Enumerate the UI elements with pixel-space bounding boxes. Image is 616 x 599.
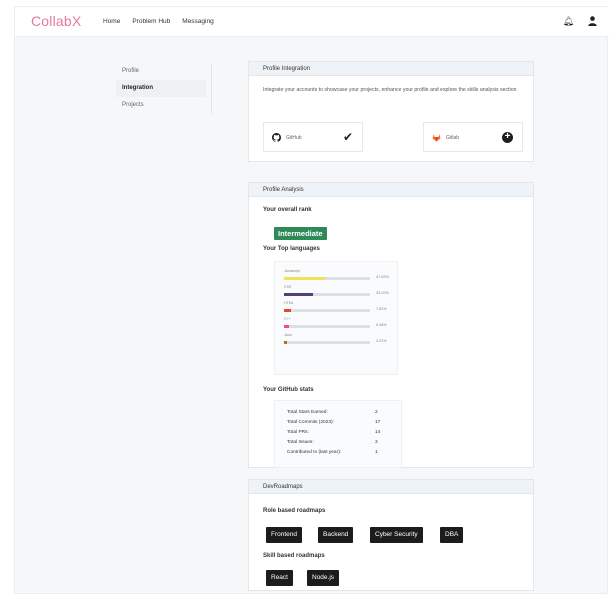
stat-row: Total PRs: 14 [287, 430, 397, 439]
stat-row: Total Stars Earned: 2 [287, 410, 397, 419]
language-percent: 3.22% [376, 339, 387, 343]
side-item-integration[interactable]: Integration [116, 80, 206, 97]
nav-link-home[interactable]: Home [103, 18, 120, 25]
rank-badge: Intermediate [274, 227, 327, 240]
language-percent: 33.20% [376, 291, 389, 295]
rank-label: Your overall rank [263, 207, 312, 213]
brand-logo[interactable]: CollabX [31, 13, 81, 29]
stat-value: 3 [375, 440, 378, 445]
language-name: Javascript [284, 269, 301, 273]
language-percent: 7.82% [376, 307, 387, 311]
language-bar-track [284, 309, 370, 312]
language-name: HTML [284, 301, 294, 305]
language-row: CSS 33.20% [284, 285, 394, 299]
roadmap-button-dba[interactable]: DBA [440, 527, 464, 543]
nav-links: Home Problem Hub Messaging [103, 18, 214, 25]
language-row: HTML 7.82% [284, 301, 394, 315]
stat-label: Total Commits (2023): [287, 420, 334, 425]
stat-value: 14 [375, 430, 381, 435]
role-roadmaps-label: Role based roadmaps [263, 508, 326, 514]
language-percent: 47.69% [376, 275, 389, 279]
github-icon [272, 133, 282, 144]
roadmap-button-cyber-security[interactable]: Cyber Security [370, 527, 423, 543]
stat-row: Total Commits (2023): 17 [287, 420, 397, 429]
roadmap-button-backend[interactable]: Backend [318, 527, 354, 543]
nav-link-messaging[interactable]: Messaging [182, 18, 213, 25]
gitlab-icon [432, 133, 441, 144]
github-label: GitHub [286, 135, 302, 141]
roadmap-button-nodejs[interactable]: Node.js [307, 570, 340, 586]
language-name: C++ [284, 317, 291, 321]
language-row: C++ 5.48% [284, 317, 394, 331]
language-bar-fill [284, 325, 289, 328]
github-stats-panel: Total Stars Earned: 2 Total Commits (202… [274, 400, 402, 468]
user-icon[interactable] [588, 16, 597, 28]
roadmaps-card: DevRoadmaps Role based roadmaps Frontend… [248, 479, 534, 591]
stat-value: 2 [375, 410, 378, 415]
stat-value: 1 [375, 450, 378, 455]
language-row: Javascript 47.69% [284, 269, 394, 283]
language-bar-fill [284, 341, 287, 344]
analysis-title: Profile Analysis [249, 183, 533, 197]
bell-icon[interactable]: 🔔︎ [563, 16, 574, 28]
roadmap-button-react[interactable]: React [266, 570, 293, 586]
stat-row: Total Issues: 3 [287, 440, 397, 449]
github-account-box[interactable]: GitHub ✔ [263, 122, 363, 152]
language-bar-track [284, 277, 370, 280]
language-bar-track [284, 293, 370, 296]
top-nav: CollabX Home Problem Hub Messaging 🔔︎ [15, 7, 609, 37]
stat-label: Total Stars Earned: [287, 410, 328, 415]
language-bar-fill [284, 277, 325, 280]
stat-row: Contributed to (last year): 1 [287, 450, 397, 459]
stat-value: 17 [375, 420, 381, 425]
language-bar-fill [284, 309, 291, 312]
side-item-profile[interactable]: Profile [116, 63, 206, 80]
language-row: Java 3.22% [284, 333, 394, 347]
nav-link-problem-hub[interactable]: Problem Hub [132, 18, 170, 25]
integration-title: Profile Integration [249, 62, 533, 76]
stat-label: Total PRs: [287, 430, 309, 435]
roadmaps-title: DevRoadmaps [249, 480, 533, 494]
language-name: Java [284, 333, 292, 337]
app-page: CollabX Home Problem Hub Messaging 🔔︎ Pr… [14, 6, 609, 594]
analysis-card: Profile Analysis Your overall rank Inter… [248, 182, 534, 468]
integration-card: Profile Integration Integrate your accou… [248, 61, 534, 162]
gitlab-account-box[interactable]: Gitlab + [423, 122, 523, 152]
language-percent: 5.48% [376, 323, 387, 327]
add-circle-icon[interactable]: + [502, 132, 513, 143]
languages-label: Your Top languages [263, 246, 320, 252]
settings-side-menu: Profile Integration Projects [116, 63, 212, 115]
side-item-projects[interactable]: Projects [116, 97, 206, 114]
language-bar-track [284, 341, 370, 344]
stat-label: Contributed to (last year): [287, 450, 342, 455]
skill-roadmaps-label: Skill based roadmaps [263, 553, 325, 559]
top-languages-panel: Javascript 47.69% CSS 33.20% HTML 7.82% … [274, 261, 398, 375]
language-bar-track [284, 325, 370, 328]
roadmap-button-frontend[interactable]: Frontend [266, 527, 303, 543]
language-bar-fill [284, 293, 313, 296]
stat-label: Total Issues: [287, 440, 314, 445]
check-icon: ✔ [342, 130, 353, 144]
github-stats-label: Your GitHub stats [263, 387, 314, 393]
nav-icons: 🔔︎ [563, 16, 597, 28]
gitlab-label: Gitlab [446, 135, 460, 141]
language-name: CSS [284, 285, 292, 289]
integration-description: Integrate your accounts to showcase your… [263, 87, 517, 93]
